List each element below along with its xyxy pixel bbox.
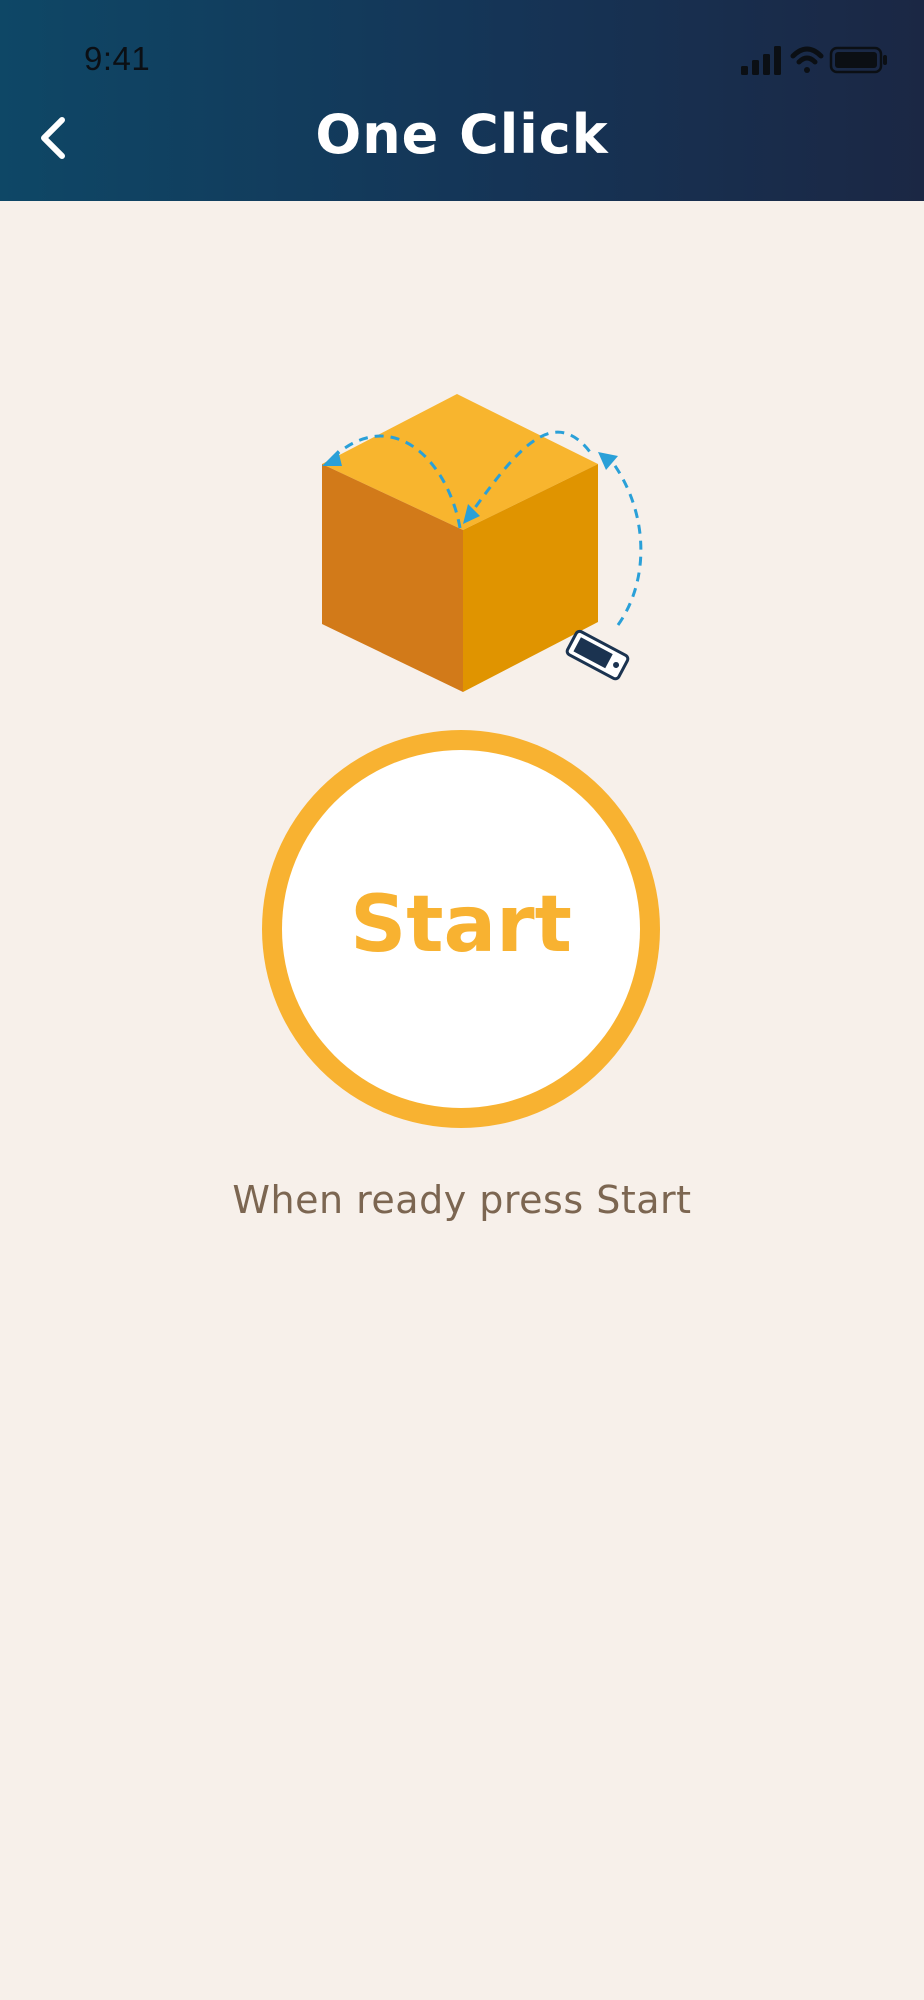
box-phone-scan-illustration [322,394,643,692]
app-header: 9:41 One Click [0,0,924,201]
start-button[interactable]: Start [262,730,660,1128]
start-button-label: Start [350,880,572,970]
instruction-text: When ready press Start [232,1178,692,1222]
wifi-icon [790,46,824,73]
phone-icon [565,629,630,681]
battery-icon [829,46,887,74]
signal-icon [741,46,781,75]
status-icons [741,46,887,75]
start-button-inner[interactable]: Start [282,750,640,1108]
status-time: 9:41 [84,40,151,77]
page-title: One Click [315,103,609,166]
